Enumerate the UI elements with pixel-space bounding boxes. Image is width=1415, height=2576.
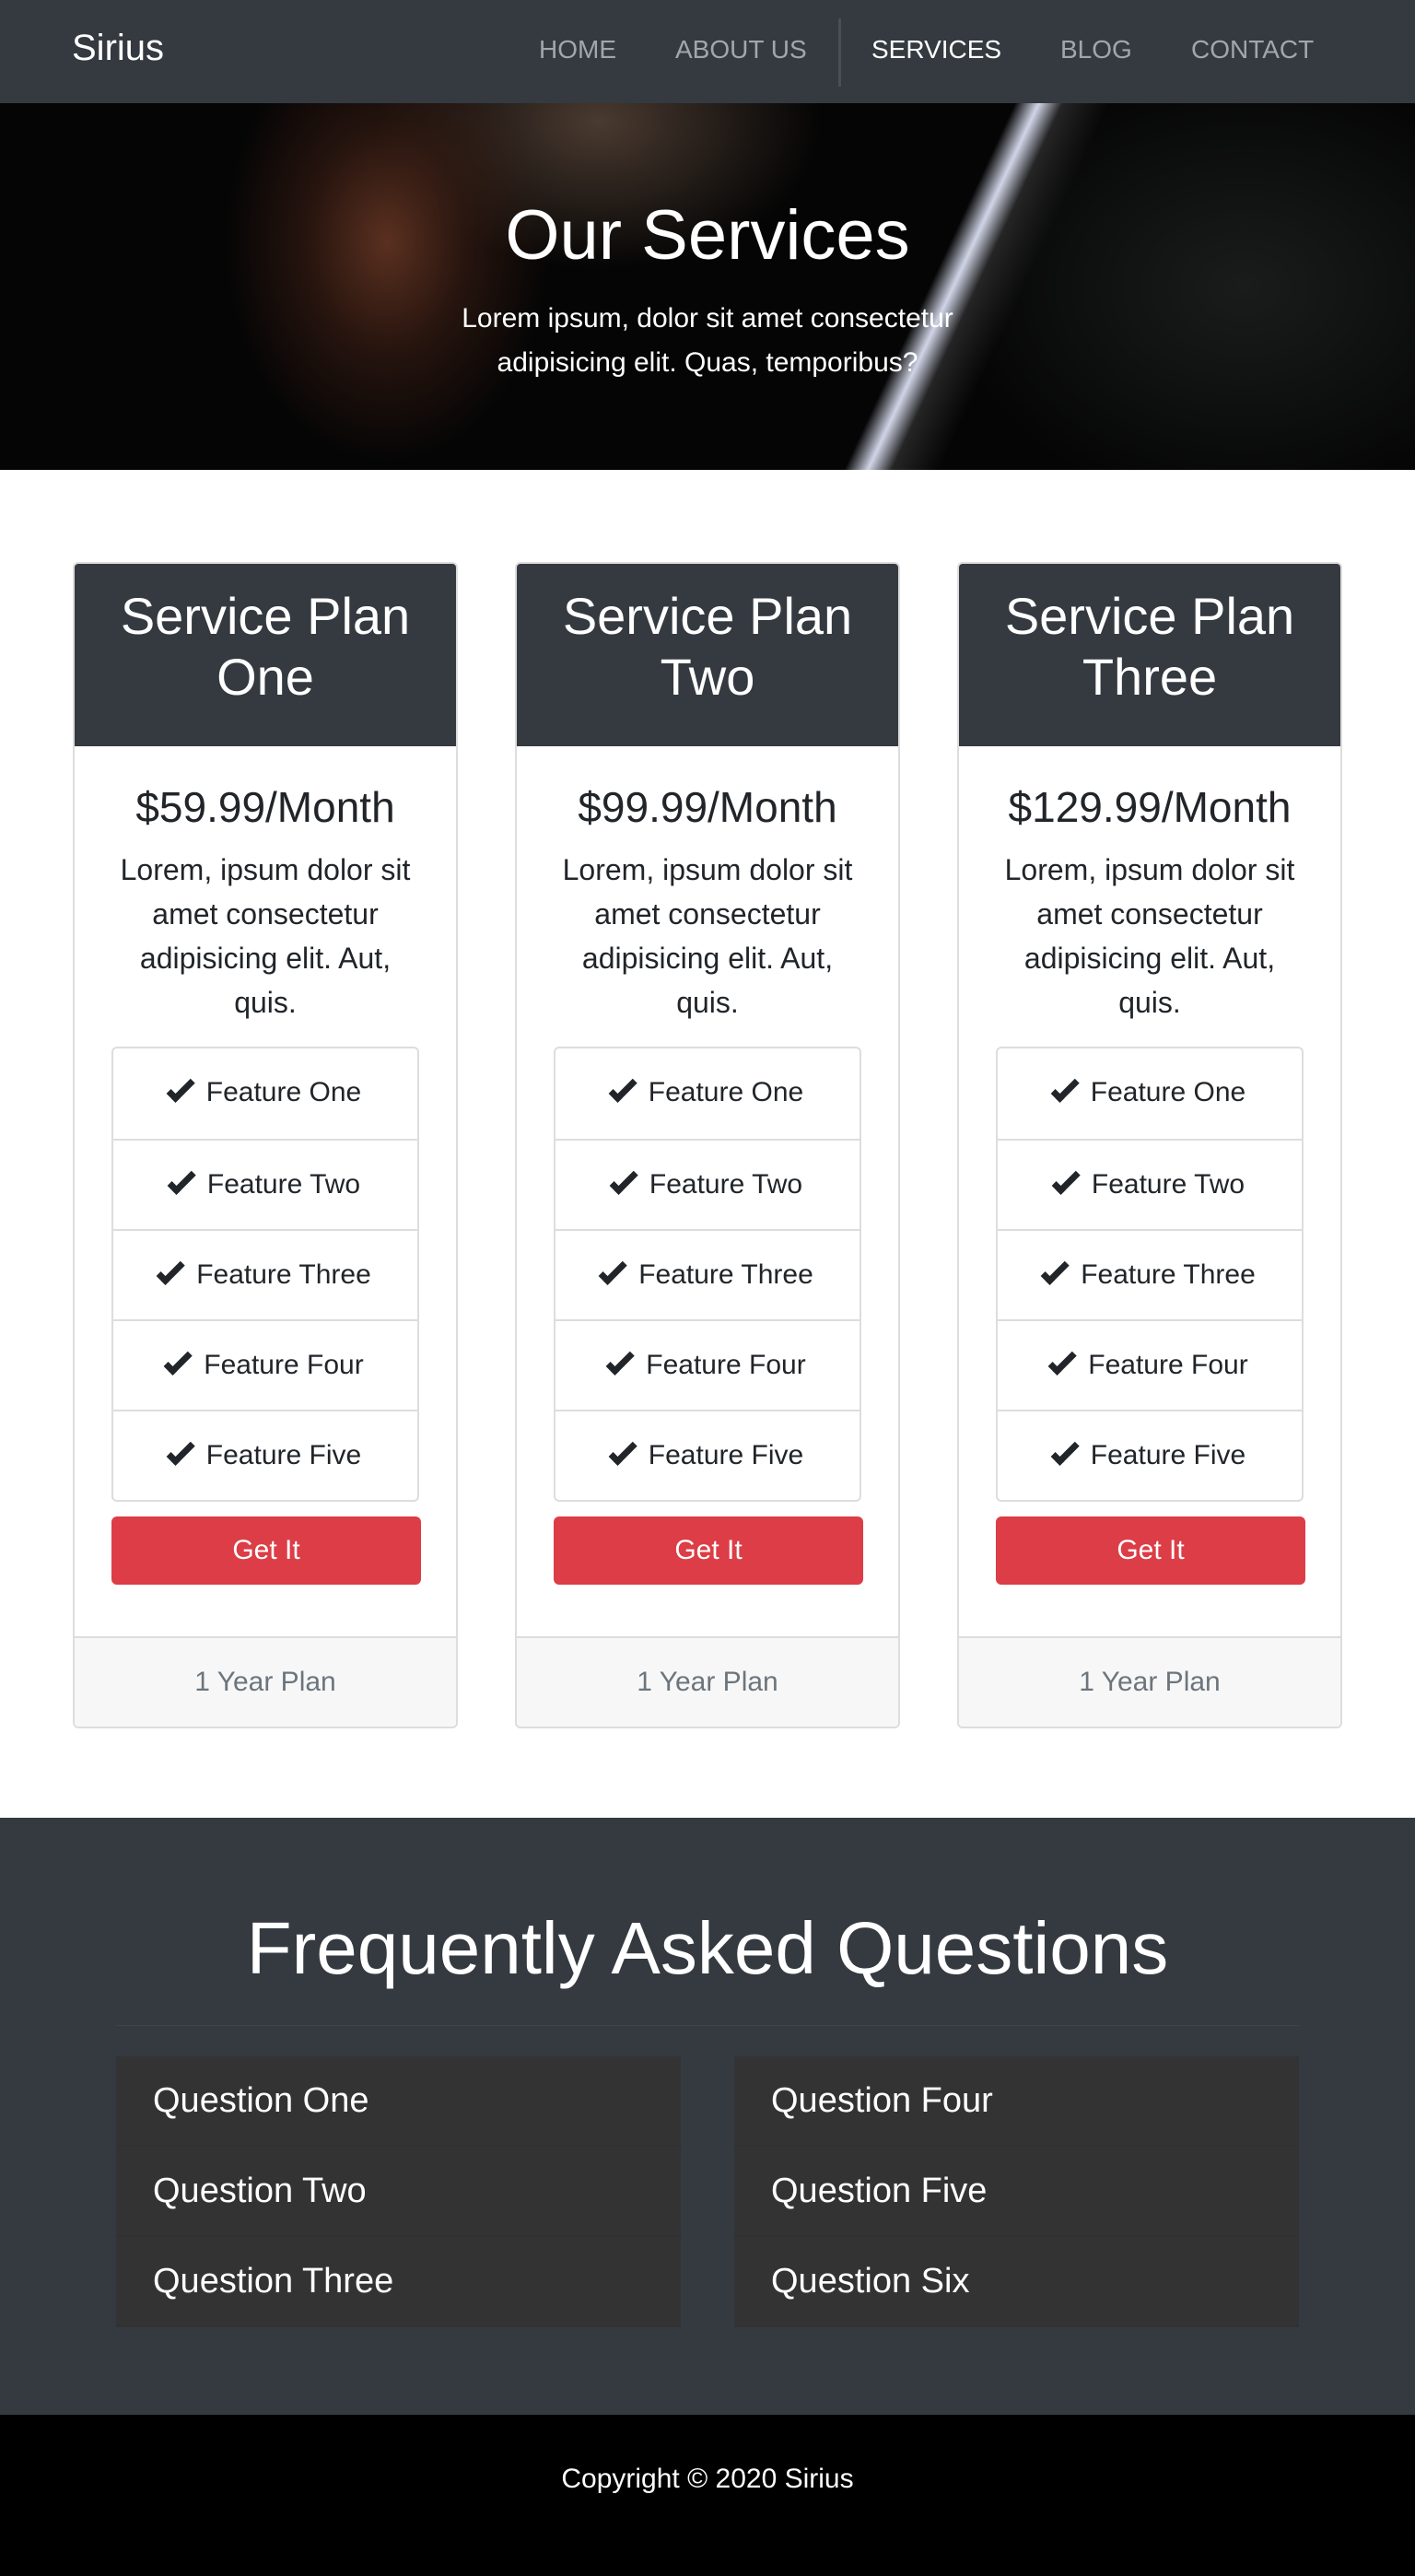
plan-title: Service Plan One bbox=[75, 564, 456, 746]
feature-label: Feature Four bbox=[204, 1350, 364, 1380]
nav-blog[interactable]: BLOG bbox=[1060, 35, 1132, 64]
feature-label: Feature One bbox=[648, 1077, 804, 1107]
feature-item: Feature Two bbox=[998, 1139, 1302, 1229]
feature-item: Feature Four bbox=[998, 1319, 1302, 1410]
feature-list: Feature One Feature Two Feature Three Featu… bbox=[554, 1047, 861, 1502]
nav-services[interactable]: SERVICES bbox=[871, 35, 1001, 64]
plan-footer: 1 Year Plan bbox=[959, 1636, 1340, 1727]
feature-label: Feature Five bbox=[648, 1440, 804, 1470]
feature-item: Feature Four bbox=[555, 1319, 860, 1410]
feature-label: Feature Two bbox=[206, 1169, 361, 1200]
feature-list: Feature One Feature Two Feature Three Featu… bbox=[111, 1047, 419, 1502]
check-icon bbox=[1050, 1436, 1080, 1466]
feature-item: Feature Five bbox=[555, 1410, 860, 1500]
plan-footer: 1 Year Plan bbox=[75, 1636, 456, 1727]
check-icon bbox=[1047, 1346, 1078, 1376]
navbar: Sirius HOME ABOUT US SERVICES BLOG CONTA… bbox=[0, 0, 1415, 103]
feature-item: Feature One bbox=[555, 1048, 860, 1139]
plan-price: $59.99/Month bbox=[135, 783, 395, 831]
faq-question[interactable]: Question Six bbox=[734, 2237, 1299, 2327]
feature-item: Feature Two bbox=[555, 1139, 860, 1229]
check-icon bbox=[609, 1165, 638, 1195]
feature-item: Feature Three bbox=[998, 1229, 1302, 1319]
feature-item: Feature One bbox=[998, 1048, 1302, 1139]
feature-label: Feature Two bbox=[1091, 1169, 1245, 1200]
faq-question[interactable]: Question Five bbox=[734, 2147, 1299, 2237]
feature-label: Feature Five bbox=[1090, 1440, 1246, 1470]
feature-item: Feature One bbox=[113, 1048, 417, 1139]
plan-description: Lorem, ipsum dolor sit amet consectetur … bbox=[1004, 853, 1295, 1019]
feature-list: Feature One Feature Two Feature Three Featu… bbox=[996, 1047, 1304, 1502]
check-icon bbox=[167, 1165, 196, 1195]
check-icon bbox=[166, 1073, 195, 1103]
check-icon bbox=[608, 1073, 637, 1103]
faq-question[interactable]: Question Four bbox=[734, 2056, 1299, 2147]
feature-label: Feature Two bbox=[649, 1169, 803, 1200]
plan-description: Lorem, ipsum dolor sit amet consectetur … bbox=[562, 853, 853, 1019]
feature-label: Feature Three bbox=[1081, 1259, 1256, 1290]
feature-item: Feature Five bbox=[113, 1410, 417, 1500]
nav-divider bbox=[838, 18, 841, 87]
feature-item: Feature Four bbox=[113, 1319, 417, 1410]
check-icon bbox=[156, 1256, 185, 1285]
feature-item: Feature Two bbox=[113, 1139, 417, 1229]
plan-card: Service Plan Three $129.99/Month Lorem, … bbox=[957, 562, 1342, 1728]
check-icon bbox=[1051, 1165, 1081, 1195]
plan-price: $129.99/Month bbox=[1008, 783, 1292, 831]
plan-title: Service Plan Three bbox=[959, 564, 1340, 746]
hero-title: Our Services bbox=[505, 196, 910, 275]
check-icon bbox=[163, 1346, 193, 1376]
check-icon bbox=[608, 1436, 637, 1466]
feature-item: Feature Five bbox=[998, 1410, 1302, 1500]
plan-card: Service Plan Two $99.99/Month Lorem, ips… bbox=[515, 562, 900, 1728]
copyright-text: Copyright © 2020 Sirius bbox=[561, 2464, 854, 2494]
nav-about-us[interactable]: ABOUT US bbox=[675, 35, 807, 64]
hero-subtitle: Lorem ipsum, dolor sit amet consectetur … bbox=[462, 303, 953, 378]
plan-title: Service Plan Two bbox=[517, 564, 898, 746]
faq-column-right: Question Four Question Five Question Six bbox=[734, 2056, 1299, 2327]
feature-label: Feature Three bbox=[638, 1259, 813, 1290]
faq-divider bbox=[116, 2025, 1299, 2026]
nav-contact[interactable]: CONTACT bbox=[1191, 35, 1314, 64]
feature-label: Feature Three bbox=[196, 1259, 371, 1290]
faq-question[interactable]: Question Three bbox=[116, 2237, 681, 2327]
check-icon bbox=[598, 1256, 627, 1285]
feature-label: Feature One bbox=[1090, 1077, 1246, 1107]
check-icon bbox=[605, 1346, 636, 1376]
check-icon bbox=[1040, 1256, 1070, 1285]
plan-price: $99.99/Month bbox=[578, 783, 837, 831]
feature-item: Feature Three bbox=[113, 1229, 417, 1319]
footer: Copyright © 2020 Sirius bbox=[0, 2415, 1415, 2576]
get-it-button[interactable]: Get It bbox=[554, 1516, 863, 1585]
check-icon bbox=[1050, 1073, 1080, 1103]
faq-question[interactable]: Question Two bbox=[116, 2147, 681, 2237]
check-icon bbox=[166, 1436, 195, 1466]
feature-label: Feature Five bbox=[205, 1440, 362, 1470]
faq-section: Frequently Asked Questions Question One … bbox=[0, 1818, 1415, 2415]
feature-item: Feature Three bbox=[555, 1229, 860, 1319]
hero-banner: Our Services Lorem ipsum, dolor sit amet… bbox=[0, 103, 1415, 470]
plan-card: Service Plan One $59.99/Month Lorem, ips… bbox=[73, 562, 458, 1728]
feature-label: Feature Four bbox=[646, 1350, 806, 1380]
faq-question[interactable]: Question One bbox=[116, 2056, 681, 2147]
get-it-button[interactable]: Get It bbox=[996, 1516, 1305, 1585]
nav-home[interactable]: HOME bbox=[539, 35, 616, 64]
feature-label: Feature Four bbox=[1088, 1350, 1248, 1380]
plan-footer: 1 Year Plan bbox=[517, 1636, 898, 1727]
get-it-button[interactable]: Get It bbox=[111, 1516, 421, 1585]
faq-title: Frequently Asked Questions bbox=[246, 1907, 1169, 1989]
feature-label: Feature One bbox=[205, 1077, 362, 1107]
nav-links: HOME ABOUT US SERVICES BLOG CONTACT bbox=[0, 0, 1415, 103]
faq-column-left: Question One Question Two Question Three bbox=[116, 2056, 681, 2327]
plan-description: Lorem, ipsum dolor sit amet consectetur … bbox=[120, 853, 411, 1019]
